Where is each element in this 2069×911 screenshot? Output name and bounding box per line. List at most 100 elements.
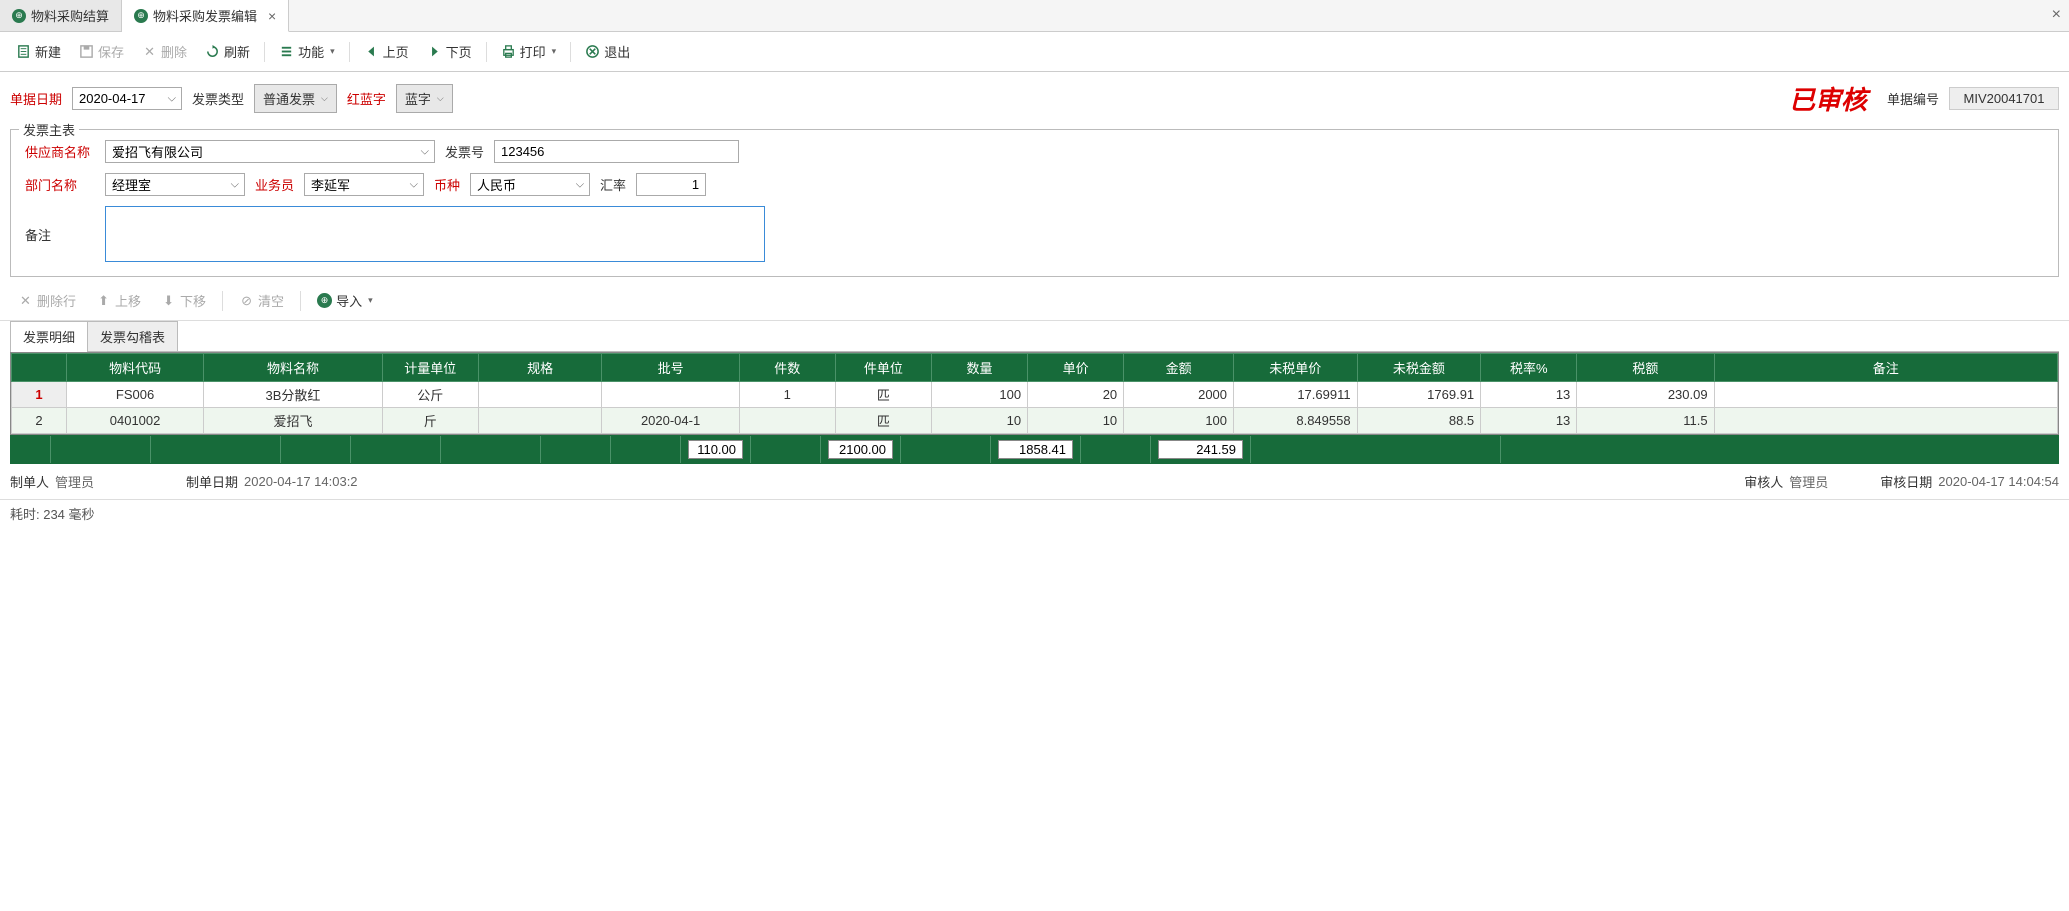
- col-header[interactable]: 件数: [739, 354, 835, 382]
- next-button[interactable]: 下页: [419, 38, 480, 65]
- new-icon: [16, 44, 31, 59]
- status-bar: 耗时: 234 毫秒: [0, 499, 2069, 527]
- tab-label: 物料采购发票编辑: [153, 6, 257, 25]
- cell-taxr[interactable]: 13: [1481, 382, 1577, 408]
- cell-ntprice[interactable]: 8.849558: [1234, 408, 1358, 434]
- total-cell: [441, 436, 541, 463]
- total-cell: [281, 436, 351, 463]
- delete-row-button: ✕删除行: [10, 287, 84, 314]
- refresh-button[interactable]: 刷新: [197, 38, 258, 65]
- doc-no-value: MIV20041701: [1949, 87, 2059, 110]
- cell-pcs[interactable]: [739, 408, 835, 434]
- separator: [570, 42, 571, 62]
- cell-punit[interactable]: 匹: [835, 382, 931, 408]
- footer-row: 制单人管理员 制单日期2020-04-17 14:03:2 审核人管理员 审核日…: [0, 464, 2069, 499]
- supplier-input[interactable]: [105, 140, 435, 163]
- cell-n[interactable]: 1: [12, 382, 67, 408]
- exit-button[interactable]: 退出: [577, 38, 638, 65]
- cell-pcs[interactable]: 1: [739, 382, 835, 408]
- currency-input[interactable]: [470, 173, 590, 196]
- cell-punit[interactable]: 匹: [835, 408, 931, 434]
- list-icon: [279, 44, 294, 59]
- cell-price[interactable]: 10: [1028, 408, 1124, 434]
- fieldset-legend: 发票主表: [19, 120, 79, 139]
- cell-code[interactable]: FS006: [66, 382, 203, 408]
- col-header[interactable]: 备注: [1714, 354, 2057, 382]
- tab-bar: ⊕ 物料采购结算 ⊕ 物料采购发票编辑 × ×: [0, 0, 2069, 32]
- total-value: 241.59: [1158, 440, 1243, 459]
- cell-tax[interactable]: 11.5: [1577, 408, 1714, 434]
- col-header[interactable]: 数量: [931, 354, 1027, 382]
- cell-lot[interactable]: 2020-04-1: [602, 408, 739, 434]
- salesman-label: 业务员: [255, 175, 294, 194]
- col-header[interactable]: 计量单位: [382, 354, 478, 382]
- table-row[interactable]: 1FS0063B分散红公斤1匹10020200017.699111769.911…: [12, 382, 2058, 408]
- cell-lot[interactable]: [602, 382, 739, 408]
- total-cell: [351, 436, 441, 463]
- cell-qty[interactable]: 100: [931, 382, 1027, 408]
- inv-type-label: 发票类型: [192, 89, 244, 108]
- total-value: 110.00: [688, 440, 743, 459]
- col-header[interactable]: 未税单价: [1234, 354, 1358, 382]
- separator: [222, 291, 223, 311]
- cell-remark[interactable]: [1714, 408, 2057, 434]
- tab-invoice-edit[interactable]: ⊕ 物料采购发票编辑 ×: [122, 0, 289, 32]
- cell-qty[interactable]: 10: [931, 408, 1027, 434]
- cell-spec[interactable]: [478, 408, 602, 434]
- cell-name[interactable]: 3B分散红: [204, 382, 383, 408]
- col-header[interactable]: 件单位: [835, 354, 931, 382]
- move-up-button: ⬆上移: [88, 287, 149, 314]
- cell-n[interactable]: 2: [12, 408, 67, 434]
- red-blue-select[interactable]: 蓝字⌵: [396, 84, 453, 113]
- invoice-master-fieldset: 发票主表 供应商名称 发票号 部门名称 业务员 币种 汇率 备注: [10, 129, 2059, 277]
- cell-remark[interactable]: [1714, 382, 2057, 408]
- col-header[interactable]: 税额: [1577, 354, 1714, 382]
- tab-invoice-recon[interactable]: 发票勾稽表: [87, 321, 178, 351]
- button-label: 上页: [383, 42, 409, 61]
- cell-price[interactable]: 20: [1028, 382, 1124, 408]
- col-header[interactable]: 物料名称: [204, 354, 383, 382]
- cell-amt[interactable]: 2000: [1124, 382, 1234, 408]
- delete-icon: ✕: [142, 44, 157, 59]
- cell-ntprice[interactable]: 17.69911: [1234, 382, 1358, 408]
- cell-amt[interactable]: 100: [1124, 408, 1234, 434]
- col-header[interactable]: 税率%: [1481, 354, 1577, 382]
- cell-unit[interactable]: 斤: [382, 408, 478, 434]
- import-button[interactable]: ⊕导入▾: [309, 287, 381, 314]
- doc-date-input[interactable]: [72, 87, 182, 110]
- total-cell: [11, 436, 51, 463]
- col-header[interactable]: 未税金额: [1357, 354, 1481, 382]
- col-header[interactable]: 规格: [478, 354, 602, 382]
- inv-type-select[interactable]: 普通发票⌵: [254, 84, 337, 113]
- cell-tax[interactable]: 230.09: [1577, 382, 1714, 408]
- col-header[interactable]: 物料代码: [66, 354, 203, 382]
- close-icon[interactable]: ×: [268, 8, 276, 24]
- rate-input[interactable]: [636, 173, 706, 196]
- cell-taxr[interactable]: 13: [1481, 408, 1577, 434]
- total-cell: [1251, 436, 1501, 463]
- salesman-input[interactable]: [304, 173, 424, 196]
- col-header[interactable]: 金额: [1124, 354, 1234, 382]
- close-all-icon[interactable]: ×: [2052, 6, 2061, 24]
- tab-material-settlement[interactable]: ⊕ 物料采购结算: [0, 0, 122, 31]
- dept-input[interactable]: [105, 173, 245, 196]
- col-header[interactable]: 批号: [602, 354, 739, 382]
- inv-no-input[interactable]: [494, 140, 739, 163]
- cell-name[interactable]: 爱招飞: [204, 408, 383, 434]
- cell-unit[interactable]: 公斤: [382, 382, 478, 408]
- remark-textarea[interactable]: [105, 206, 765, 262]
- prev-button[interactable]: 上页: [356, 38, 417, 65]
- col-header[interactable]: [12, 354, 67, 382]
- print-button[interactable]: 打印 ▾: [493, 38, 565, 65]
- new-button[interactable]: 新建: [8, 38, 69, 65]
- audit-date-label: 审核日期: [1880, 472, 1932, 491]
- col-header[interactable]: 单价: [1028, 354, 1124, 382]
- table-row[interactable]: 20401002爱招飞斤2020-04-1匹10101008.84955888.…: [12, 408, 2058, 434]
- button-label: 功能: [298, 42, 324, 61]
- cell-ntamt[interactable]: 88.5: [1357, 408, 1481, 434]
- cell-ntamt[interactable]: 1769.91: [1357, 382, 1481, 408]
- cell-code[interactable]: 0401002: [66, 408, 203, 434]
- cell-spec[interactable]: [478, 382, 602, 408]
- tab-invoice-detail[interactable]: 发票明细: [10, 321, 88, 351]
- function-button[interactable]: 功能 ▾: [271, 38, 343, 65]
